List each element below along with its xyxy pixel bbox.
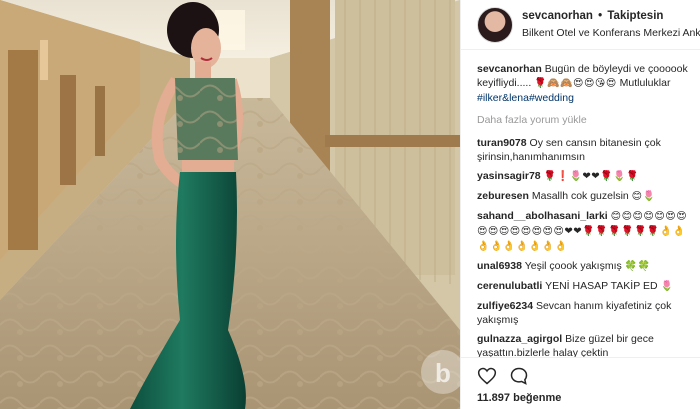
comment-item: zulfiye6234 Sevcan hanım kiyafetiniz çok…	[477, 299, 697, 327]
post-header: sevcanorhan • Takiptesin Bilkent Otel ve…	[461, 0, 700, 50]
hashtag-link[interactable]: #ilker&lena	[477, 92, 529, 104]
load-more-comments-button[interactable]: Daha fazla yorum yükle	[477, 113, 697, 127]
comment-item: unal6938 Yeşil çoook yakışmış 🍀🍀	[477, 259, 697, 274]
header-username[interactable]: sevcanorhan	[522, 10, 593, 22]
avatar[interactable]	[477, 7, 513, 43]
caption-text2: Mutluluklar	[619, 77, 671, 89]
caption: sevcanorhan Bugün de böyleydi ve çoooook…	[477, 62, 697, 105]
comment-item: yasinsagir78 🌹❗🌷❤❤🌹🌷🌹	[477, 169, 697, 184]
comment-username[interactable]: zeburesen	[477, 190, 529, 202]
comment-username[interactable]: turan9078	[477, 137, 527, 149]
comment-emojis: 🍀🍀	[624, 261, 651, 272]
post-actions: 11.897 beğenme	[461, 357, 700, 409]
heart-outline-icon[interactable]	[477, 366, 497, 386]
comment-item: cerenulubatli YENİ HASAP TAKİP ED 🌷	[477, 279, 697, 294]
comment-username[interactable]: unal6938	[477, 260, 522, 272]
comment-username[interactable]: cerenulubatli	[477, 280, 542, 292]
hashtag-link[interactable]: #wedding	[529, 92, 574, 104]
header-separator: •	[598, 10, 603, 22]
post-photo[interactable]: b	[0, 0, 460, 409]
comment-username[interactable]: sahand__abolhasani_larki	[477, 210, 608, 222]
speech-bubble-icon[interactable]	[509, 366, 529, 386]
caption-username[interactable]: sevcanorhan	[477, 63, 542, 75]
comment-item: gulnazza_agirgol Bize güzel bir gece yaş…	[477, 332, 697, 360]
comment-username[interactable]: gulnazza_agirgol	[477, 333, 562, 345]
watermark-text: b	[435, 358, 451, 388]
comment-item: turan9078 Oy sen cansın bitanesin çok şi…	[477, 136, 697, 164]
follow-status-button[interactable]: Takiptesin	[607, 10, 663, 22]
comment-emojis: 😊🌷	[631, 191, 656, 202]
likes-count[interactable]: 11.897 beğenme	[477, 392, 561, 404]
comment-text: Yeşil çoook yakışmış	[524, 260, 622, 272]
caption-emojis: 🌹🙈🙈😍😍😘😍	[534, 78, 617, 89]
comment-username[interactable]: yasinsagir78	[477, 170, 541, 182]
comment-text: Masallh cok guzelsin	[531, 190, 629, 202]
comments-list: sevcanorhan Bugün de böyleydi ve çoooook…	[477, 62, 697, 365]
header-user-line: sevcanorhan • Takiptesin	[522, 10, 663, 22]
comment-text: YENİ HASAP TAKİP ED	[545, 280, 658, 292]
comment-item: sahand__abolhasani_larki 😊😊😊😊😊😍😍😍😍😍😍😍😍😍😍…	[477, 209, 697, 254]
comment-emojis: 🌷	[660, 281, 674, 292]
post-side-panel: sevcanorhan • Takiptesin Bilkent Otel ve…	[460, 0, 700, 409]
location-link[interactable]: Bilkent Otel ve Konferans Merkezi Ankara	[522, 27, 700, 39]
hotel-corridor-image: b	[0, 0, 460, 409]
comment-item: zeburesen Masallh cok guzelsin 😊🌷	[477, 189, 697, 204]
comment-username[interactable]: zulfiye6234	[477, 300, 533, 312]
comment-emojis: 🌹❗🌷❤❤🌹🌷🌹	[543, 171, 640, 182]
